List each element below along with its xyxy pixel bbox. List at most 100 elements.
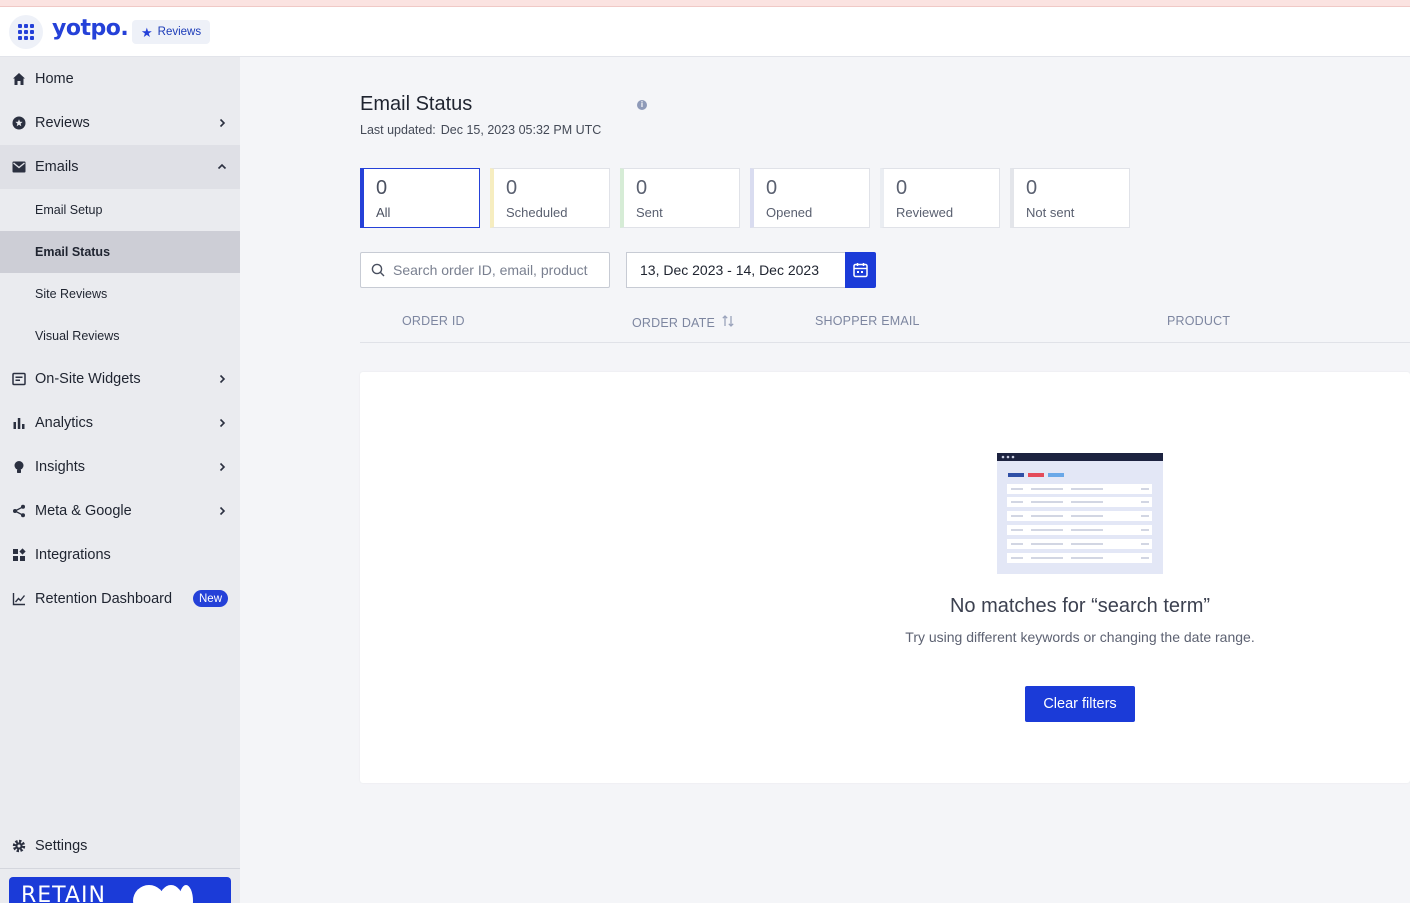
product-badge[interactable]: ★ Reviews [132, 20, 211, 44]
stat-value: 0 [1026, 177, 1038, 199]
app-header: yotpo. ★ Reviews [0, 7, 1410, 57]
stat-value: 0 [896, 177, 908, 199]
chevron-right-icon [219, 374, 226, 384]
sidebar-item-settings[interactable]: Settings [0, 824, 240, 868]
chevron-right-icon [219, 118, 226, 128]
sort-icon[interactable] [721, 314, 735, 328]
column-header-order-date[interactable]: ORDER DATE [632, 314, 735, 330]
stat-card-not-sent[interactable]: 0 Not sent [1010, 168, 1130, 228]
retain-banner-text: RETAIN [21, 883, 106, 903]
retain-logo-mark [179, 885, 193, 903]
search-input[interactable] [393, 253, 607, 287]
last-updated-label: Last updated: [360, 123, 436, 137]
sidebar-subitem-label: Site Reviews [35, 287, 108, 301]
home-icon [11, 71, 27, 87]
sidebar-subitem-site-reviews[interactable]: Site Reviews [0, 273, 240, 315]
search-field[interactable] [360, 252, 610, 288]
sidebar-item-retention-dashboard[interactable]: Retention Dashboard New [0, 577, 240, 621]
stat-label: Scheduled [506, 205, 568, 220]
sidebar-item-label: Meta & Google [35, 503, 132, 519]
grid-icon [18, 24, 34, 40]
gear-icon [11, 838, 27, 854]
column-header-shopper-email[interactable]: SHOPPER EMAIL [815, 314, 920, 328]
chevron-right-icon [219, 506, 226, 516]
widget-icon [11, 371, 27, 387]
calendar-button[interactable] [845, 252, 876, 288]
sidebar-item-label: Retention Dashboard [35, 591, 173, 607]
sidebar-item-analytics[interactable]: Analytics [0, 401, 240, 445]
stat-card-opened[interactable]: 0 Opened [750, 168, 870, 228]
column-header-label: ORDER DATE [632, 316, 716, 330]
main-content: Email Status i Last updated: Dec 15, 2023… [240, 57, 1410, 903]
empty-state-subtitle: Try using different keywords or changing… [905, 629, 1255, 645]
stat-label: Sent [636, 205, 663, 220]
chevron-up-icon [217, 163, 227, 170]
sidebar-item-reviews[interactable]: Reviews [0, 101, 240, 145]
line-chart-icon [11, 591, 27, 607]
sidebar-item-label: Home [35, 71, 74, 87]
sidebar-item-meta-google[interactable]: Meta & Google [0, 489, 240, 533]
mail-icon [11, 159, 27, 175]
sidebar-item-label: On-Site Widgets [35, 371, 141, 387]
integrations-icon [11, 547, 27, 563]
chevron-right-icon [219, 418, 226, 428]
star-circle-icon [11, 115, 27, 131]
page-title: Email Status [360, 93, 473, 115]
stat-value: 0 [766, 177, 778, 199]
sidebar-subitem-label: Email Setup [35, 203, 103, 217]
yotpo-logo[interactable]: yotpo. [52, 16, 129, 41]
sidebar-item-label: Insights [35, 459, 85, 475]
star-icon: ★ [141, 24, 153, 40]
app-switcher-button[interactable] [9, 15, 43, 49]
empty-state-title: No matches for “search term” [949, 595, 1211, 617]
chevron-right-icon [219, 462, 226, 472]
sidebar-item-emails[interactable]: Emails [0, 145, 240, 189]
sidebar-item-label: Analytics [35, 415, 94, 431]
stat-card-reviewed[interactable]: 0 Reviewed [880, 168, 1000, 228]
lightbulb-icon [11, 459, 27, 475]
retain-banner[interactable]: RETAIN [9, 877, 231, 903]
stat-label: Not sent [1026, 205, 1075, 220]
date-range-field[interactable]: 13, Dec 2023 - 14, Dec 2023 [626, 252, 846, 288]
stat-value: 0 [376, 177, 388, 199]
sidebar-item-label: Reviews [35, 115, 90, 131]
browser-top-strip [0, 0, 1410, 7]
search-icon [371, 263, 385, 277]
sidebar-item-label: Integrations [35, 547, 111, 563]
sidebar: Home Reviews Emails Email Setup Email St… [0, 57, 240, 903]
sidebar-item-insights[interactable]: Insights [0, 445, 240, 489]
sidebar-divider [0, 868, 240, 869]
product-badge-label: Reviews [157, 26, 202, 38]
sidebar-subitem-email-setup[interactable]: Email Setup [0, 189, 240, 231]
column-header-product[interactable]: PRODUCT [1167, 314, 1230, 328]
empty-table-illustration-icon [997, 453, 1163, 574]
empty-state-card: No matches for “search term” Try using d… [360, 372, 1410, 783]
info-icon[interactable]: i [637, 100, 647, 110]
new-badge: New [193, 590, 229, 607]
sidebar-subitem-label: Email Status [35, 245, 111, 259]
stat-value: 0 [636, 177, 648, 199]
stat-value: 0 [506, 177, 518, 199]
clear-filters-button[interactable]: Clear filters [1025, 686, 1135, 722]
stat-card-all[interactable]: 0 All [360, 168, 480, 228]
sidebar-subitem-email-status[interactable]: Email Status [0, 231, 240, 273]
column-header-order-id[interactable]: ORDER ID [402, 314, 465, 328]
sidebar-item-integrations[interactable]: Integrations [0, 533, 240, 577]
bar-chart-icon [11, 415, 27, 431]
sidebar-subitem-visual-reviews[interactable]: Visual Reviews [0, 315, 240, 357]
last-updated: Last updated: Dec 15, 2023 05:32 PM UTC [360, 123, 601, 137]
sidebar-item-on-site-widgets[interactable]: On-Site Widgets [0, 357, 240, 401]
sidebar-item-label: Settings [35, 838, 88, 854]
stat-card-scheduled[interactable]: 0 Scheduled [490, 168, 610, 228]
sidebar-subitem-label: Visual Reviews [35, 329, 120, 343]
calendar-icon [853, 263, 868, 278]
share-icon [11, 503, 27, 519]
stat-label: Reviewed [896, 205, 954, 220]
stat-card-sent[interactable]: 0 Sent [620, 168, 740, 228]
stat-label: All [376, 205, 391, 220]
stat-label: Opened [766, 205, 813, 220]
last-updated-value: Dec 15, 2023 05:32 PM UTC [440, 123, 602, 137]
table-header-divider [360, 342, 1410, 343]
sidebar-item-label: Emails [35, 159, 79, 175]
sidebar-item-home[interactable]: Home [0, 57, 240, 101]
